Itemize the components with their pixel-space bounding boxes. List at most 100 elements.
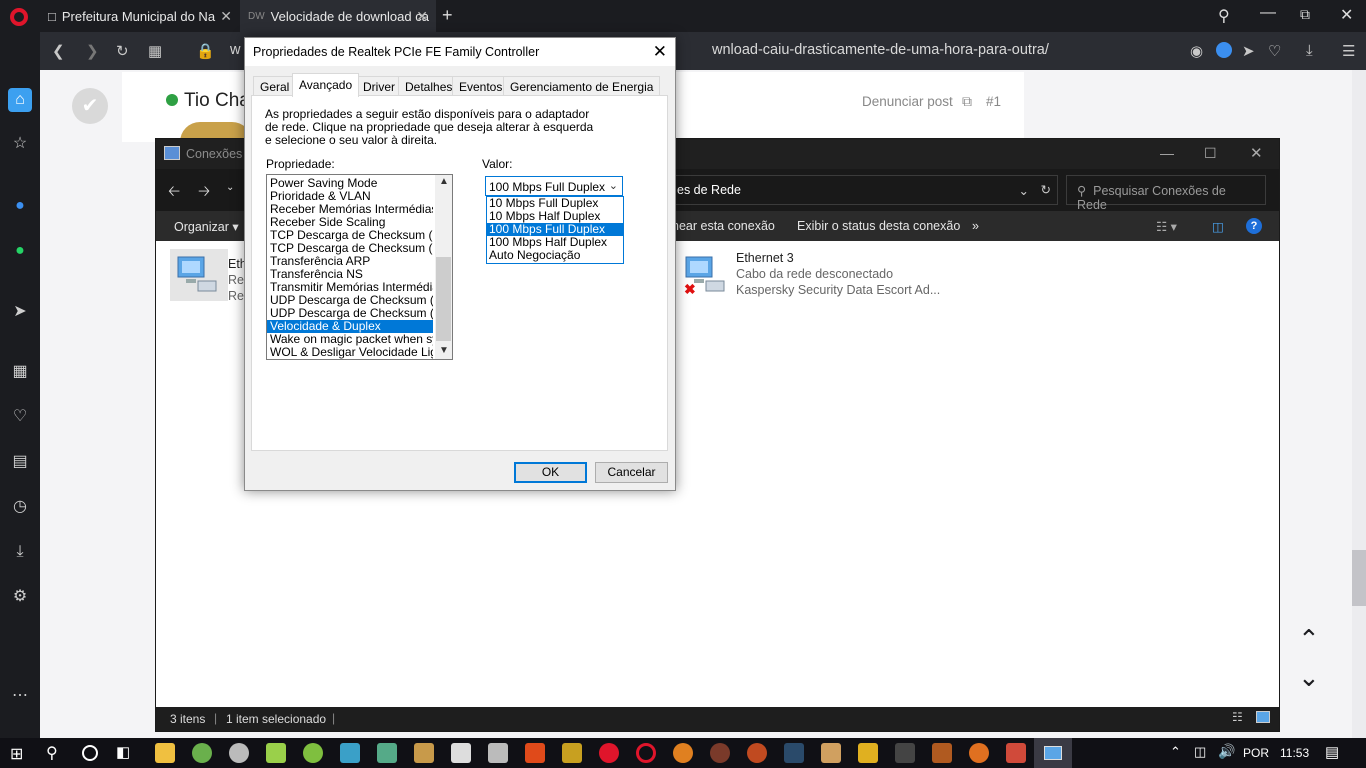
app-icon[interactable] [1006, 743, 1026, 763]
clock[interactable]: 11:53 [1280, 746, 1309, 760]
list-item-selected[interactable]: Velocidade & Duplex [267, 320, 433, 333]
diagnose-button[interactable]: near esta conexão [672, 219, 775, 233]
chevron-down-icon[interactable]: ⌄ [609, 179, 618, 192]
explorer-search-input[interactable]: ⚲ Pesquisar Conexões de Rede [1066, 175, 1266, 212]
list-item[interactable]: TCP Descarga de Checksum (IPv4) [267, 229, 433, 242]
language-indicator[interactable]: POR [1243, 746, 1269, 760]
view-status-button[interactable]: Exibir o status desta conexão [797, 219, 960, 233]
forward-icon[interactable]: ❯ [86, 42, 99, 60]
close-tab-icon[interactable]: ✕ [416, 8, 428, 25]
tab-eventos[interactable]: Eventos [452, 76, 510, 96]
organize-button[interactable]: Organizar ▾ [174, 219, 239, 234]
app-icon[interactable] [673, 743, 693, 763]
tab-geral[interactable]: Geral [253, 76, 297, 96]
file-explorer-icon[interactable] [155, 743, 175, 763]
gamepad-icon[interactable] [488, 743, 508, 763]
page-scrollbar[interactable] [1352, 70, 1366, 738]
recent-locations-icon[interactable]: ⌄ [226, 182, 234, 193]
camera-icon[interactable]: ◉ [1190, 42, 1203, 60]
list-item[interactable]: Power Saving Mode [267, 177, 433, 190]
list-item[interactable]: Prioridade & VLAN [267, 190, 433, 203]
view-options-icon[interactable]: ☷ ▾ [1156, 219, 1177, 234]
page-scrollbar-thumb[interactable] [1352, 550, 1366, 606]
scroll-down-icon[interactable]: ⌄ [1298, 662, 1320, 693]
app-icon[interactable] [895, 743, 915, 763]
app-icon[interactable] [747, 743, 767, 763]
author-name[interactable]: Tio Cha [184, 90, 250, 111]
opera-logo-icon[interactable] [10, 8, 28, 26]
connection-item-ethernet[interactable]: Eth Rec Rea [170, 249, 251, 303]
notifications-icon[interactable]: ▤ [1325, 743, 1339, 761]
tab-velocidade[interactable]: DW Velocidade de download ca ✕ [240, 0, 436, 32]
download-icon[interactable]: ⤓ [8, 540, 32, 564]
whatsapp-icon[interactable]: ● [8, 239, 32, 263]
list-item[interactable]: UDP Descarga de Checksum (IPv4) [267, 294, 433, 307]
preview-pane-icon[interactable]: ◫ [1212, 219, 1224, 234]
restore-icon[interactable]: ⧉ [1300, 6, 1310, 23]
cortana-icon[interactable] [82, 745, 98, 761]
list-item[interactable]: UDP Descarga de Checksum (IPv6) [267, 307, 433, 320]
value-select[interactable]: 100 Mbps Full Duplex ⌄ [485, 176, 623, 196]
chevron-up-icon[interactable]: ⌃ [1170, 744, 1181, 760]
minimize-icon[interactable]: — [1160, 145, 1174, 161]
scroll-up-icon[interactable]: ▲ [439, 176, 449, 187]
dropdown-option[interactable]: Auto Negociação [487, 249, 623, 262]
help-icon[interactable]: ? [1246, 218, 1262, 234]
history-icon[interactable]: ◷ [8, 495, 32, 519]
reload-icon[interactable]: ↻ [116, 42, 129, 60]
volume-icon[interactable]: 🔊 [1218, 743, 1235, 760]
list-item[interactable]: Wake on magic packet when system [267, 333, 433, 346]
scrollbar-thumb[interactable] [436, 257, 451, 341]
search-tabs-icon[interactable]: ⚲ [1218, 6, 1230, 26]
report-link[interactable]: Denunciar post [862, 94, 953, 109]
more-commands-button[interactable]: » [972, 219, 979, 233]
app-icon[interactable] [562, 743, 582, 763]
task-view-icon[interactable]: ◧ [116, 743, 130, 761]
list-item[interactable]: Transferência NS [267, 268, 433, 281]
download-icon[interactable]: ⤓ [1306, 42, 1313, 59]
speed-dial-icon[interactable]: ▦ [148, 42, 162, 60]
refresh-icon[interactable]: ↻ [1041, 182, 1051, 197]
app-icon[interactable] [784, 743, 804, 763]
app-icon[interactable] [858, 743, 878, 763]
send-icon[interactable]: ➤ [8, 300, 32, 324]
list-item[interactable]: TCP Descarga de Checksum (IPv6) [267, 242, 433, 255]
heart-icon[interactable]: ♡ [1268, 42, 1281, 60]
search-icon[interactable]: ⚲ [46, 743, 58, 763]
close-tab-icon[interactable]: ✕ [220, 8, 232, 25]
app-icon[interactable] [266, 743, 286, 763]
tab-driver[interactable]: Driver [356, 76, 402, 96]
app-icon[interactable] [525, 743, 545, 763]
close-window-icon[interactable]: ✕ [1340, 5, 1353, 25]
chevron-down-icon[interactable]: ⌄ [1019, 183, 1029, 198]
list-item[interactable]: Transferência ARP [267, 255, 433, 268]
network-status-icon[interactable]: ◫ [1194, 744, 1206, 760]
app-icon[interactable] [377, 743, 397, 763]
windows-start-icon[interactable]: ⊞ [10, 744, 23, 764]
close-icon[interactable]: ✕ [653, 42, 667, 62]
property-list-scrollbar[interactable]: ▲ ▼ [435, 175, 452, 359]
tiles-view-icon[interactable] [1256, 711, 1270, 723]
url-text[interactable]: wnload-caiu-drasticamente-de-uma-hora-pa… [712, 42, 1049, 58]
opera-gx-icon[interactable] [636, 743, 656, 763]
property-list[interactable]: Power Saving Mode Prioridade & VLAN Rece… [266, 174, 453, 360]
cancel-button[interactable]: Cancelar [595, 462, 668, 483]
tab-prefeitura[interactable]: □ Prefeitura Municipal do Na ✕ [40, 0, 240, 32]
app-icon[interactable] [932, 743, 952, 763]
utorrent-icon[interactable] [192, 743, 212, 763]
list-item[interactable]: Receber Side Scaling [267, 216, 433, 229]
send-icon[interactable]: ➤ [1242, 42, 1255, 60]
opera-icon[interactable] [599, 743, 619, 763]
grid-icon[interactable]: ▦ [8, 360, 32, 384]
vpn-shield-icon[interactable] [1216, 42, 1232, 58]
star-icon[interactable]: ☆ [8, 132, 32, 156]
app-icon[interactable] [821, 743, 841, 763]
list-item[interactable]: Receber Memórias Intermédias [267, 203, 433, 216]
explorer-address-bar[interactable]: es de Rede ⌄ ↻ [668, 175, 1058, 205]
post-number[interactable]: #1 [986, 94, 1001, 109]
list-item[interactable]: WOL & Desligar Velocidade Ligação [267, 346, 433, 359]
menu-icon[interactable]: ☰ [1342, 42, 1355, 60]
home-icon[interactable]: ⌂ [8, 88, 32, 112]
app-icon[interactable] [303, 743, 323, 763]
network-connections-taskbar-button[interactable] [1034, 738, 1072, 768]
